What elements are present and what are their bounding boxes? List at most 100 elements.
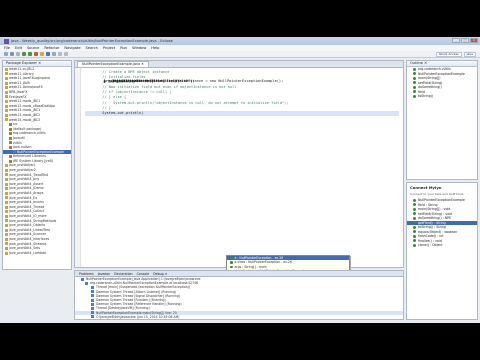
letterbox-bottom bbox=[0, 323, 480, 360]
eclipse-icon bbox=[4, 38, 9, 44]
new-class-icon[interactable] bbox=[46, 52, 50, 56]
connect-mylyn-view: Connect Mylyn Connect to your task and A… bbox=[406, 182, 478, 320]
code-area[interactable]: try { // Create a NPE object instance Nu… bbox=[85, 70, 399, 267]
member-list: NullPointerExceptionExample field : Strin… bbox=[407, 198, 477, 248]
package-icon bbox=[9, 136, 12, 140]
menu-source[interactable]: Source bbox=[27, 46, 39, 50]
menu-project[interactable]: Project bbox=[103, 46, 115, 50]
project-folder-icon bbox=[5, 210, 8, 214]
project-folder-icon bbox=[5, 237, 8, 241]
method-icon bbox=[413, 230, 416, 234]
package-icon bbox=[9, 159, 12, 163]
tab-problems[interactable]: Problems bbox=[79, 271, 94, 276]
outline-item[interactable]: toString() bbox=[407, 94, 477, 99]
project-folder-icon bbox=[5, 251, 8, 255]
project-folder-icon bbox=[5, 182, 8, 186]
title-bar: Java - Weekly_quality/src/org/coderanch/… bbox=[0, 37, 480, 45]
project-folder-icon bbox=[5, 90, 8, 94]
project-folder-icon bbox=[5, 214, 8, 218]
member-icon bbox=[413, 85, 416, 89]
thread-icon bbox=[91, 306, 94, 310]
field-icon bbox=[230, 256, 233, 260]
member-icon bbox=[413, 72, 416, 76]
method-icon bbox=[413, 234, 416, 238]
project-folder-icon bbox=[5, 178, 8, 182]
new-package-icon[interactable] bbox=[40, 52, 44, 56]
project-folder-icon bbox=[5, 95, 8, 99]
member-icon bbox=[413, 94, 416, 98]
outline-view: Outline ✕ org.coderanch.zUtils NullPointe… bbox=[406, 60, 478, 180]
outline-label: toString() bbox=[418, 94, 434, 98]
tab-declaration[interactable]: Declaration bbox=[114, 271, 132, 276]
java-editor: NullPointerExceptionExample.java ✕ try {… bbox=[74, 60, 404, 268]
menu-window[interactable]: Window bbox=[132, 46, 146, 50]
close-button[interactable]: × bbox=[470, 38, 478, 43]
menu-file[interactable]: File bbox=[4, 46, 10, 50]
external-tools-icon[interactable] bbox=[34, 52, 38, 56]
package-icon bbox=[9, 145, 12, 149]
forward-icon[interactable] bbox=[64, 52, 68, 56]
project-folder-icon bbox=[5, 99, 8, 103]
editor-tab[interactable]: NullPointerExceptionExample.java ✕ bbox=[77, 61, 149, 67]
project-folder-icon bbox=[5, 196, 8, 200]
menu-refactor[interactable]: Refactor bbox=[44, 46, 59, 50]
project-folder-icon bbox=[5, 118, 8, 122]
save-icon[interactable] bbox=[10, 52, 14, 56]
method-icon bbox=[413, 239, 416, 243]
code-line: } bbox=[95, 79, 106, 83]
thread-icon bbox=[91, 315, 94, 319]
package-explorer: Package Explorer ✕ week11-cs-JBL2 week11-… bbox=[2, 60, 72, 270]
member-icon bbox=[413, 90, 416, 94]
quick-access-field[interactable]: Quick Access bbox=[435, 52, 462, 57]
java-file-icon bbox=[13, 150, 16, 154]
package-icon bbox=[9, 155, 12, 159]
package-tree: week11-cs-JBL2 week11-Library week11-JavaF… bbox=[3, 67, 71, 255]
member-icon bbox=[413, 67, 416, 71]
project-folder-icon bbox=[5, 76, 8, 80]
project-folder-icon bbox=[5, 223, 8, 227]
window-title: Java - Weekly_quality/src/org/coderanch/… bbox=[11, 39, 173, 43]
field-icon bbox=[230, 261, 233, 264]
package-icon bbox=[9, 132, 12, 136]
project-folder-icon bbox=[5, 173, 8, 177]
menu-navigate[interactable]: Navigate bbox=[64, 46, 80, 50]
print-icon[interactable] bbox=[16, 52, 20, 56]
thread-icon bbox=[81, 277, 84, 281]
tree-item-label: jave_prohibit4_Lambda bbox=[9, 250, 47, 255]
project-folder-icon bbox=[5, 113, 8, 117]
tab-javadoc[interactable]: Javadoc bbox=[98, 271, 110, 276]
debug-icon[interactable] bbox=[22, 52, 26, 56]
tab-debug[interactable]: Debug ✕ bbox=[153, 271, 167, 276]
minimize-button[interactable]: _ bbox=[452, 38, 460, 43]
menu-run[interactable]: Run bbox=[120, 46, 127, 50]
project-folder-icon bbox=[5, 228, 8, 232]
java-perspective-button[interactable]: Java bbox=[463, 52, 476, 57]
tree-item[interactable]: jave_prohibit4_Lambda bbox=[3, 251, 71, 256]
new-icon[interactable] bbox=[4, 52, 8, 56]
member-icon bbox=[413, 76, 416, 80]
menu-edit[interactable]: Edit bbox=[15, 46, 22, 50]
main-toolbar bbox=[0, 51, 480, 58]
project-folder-icon bbox=[5, 205, 8, 209]
member-label: clone() : Object bbox=[418, 243, 443, 247]
back-icon[interactable] bbox=[58, 52, 62, 56]
code-line: System.out.println( bbox=[85, 110, 399, 116]
debug-thread-row[interactable]: C:\Java\jre8\bin\javaw.exe (Jun 15, 2014… bbox=[75, 315, 403, 319]
method-icon bbox=[413, 225, 416, 229]
tab-console[interactable]: Console bbox=[137, 271, 150, 276]
menu-search[interactable]: Search bbox=[86, 46, 98, 50]
project-folder-icon bbox=[5, 86, 8, 90]
debug-row-label: C:\Java\jre8\bin\javaw.exe (Jun 15, 2014… bbox=[96, 314, 180, 319]
debug-thread-list: NullPointerExceptionExample [Java Applic… bbox=[75, 277, 403, 319]
method-icon bbox=[413, 207, 416, 211]
member-icon bbox=[413, 81, 416, 85]
search-icon[interactable] bbox=[52, 52, 56, 56]
menu-help[interactable]: Help bbox=[151, 46, 159, 50]
member-item[interactable]: clone() : Object bbox=[407, 243, 477, 248]
editor-tabstrip: NullPointerExceptionExample.java ✕ bbox=[75, 61, 403, 68]
debug-view: Problems Javadoc Declaration Console Deb… bbox=[74, 270, 404, 320]
thread-icon bbox=[91, 311, 94, 315]
maximize-button[interactable]: □ bbox=[461, 38, 469, 43]
method-icon bbox=[413, 216, 416, 220]
run-icon[interactable] bbox=[28, 52, 32, 56]
